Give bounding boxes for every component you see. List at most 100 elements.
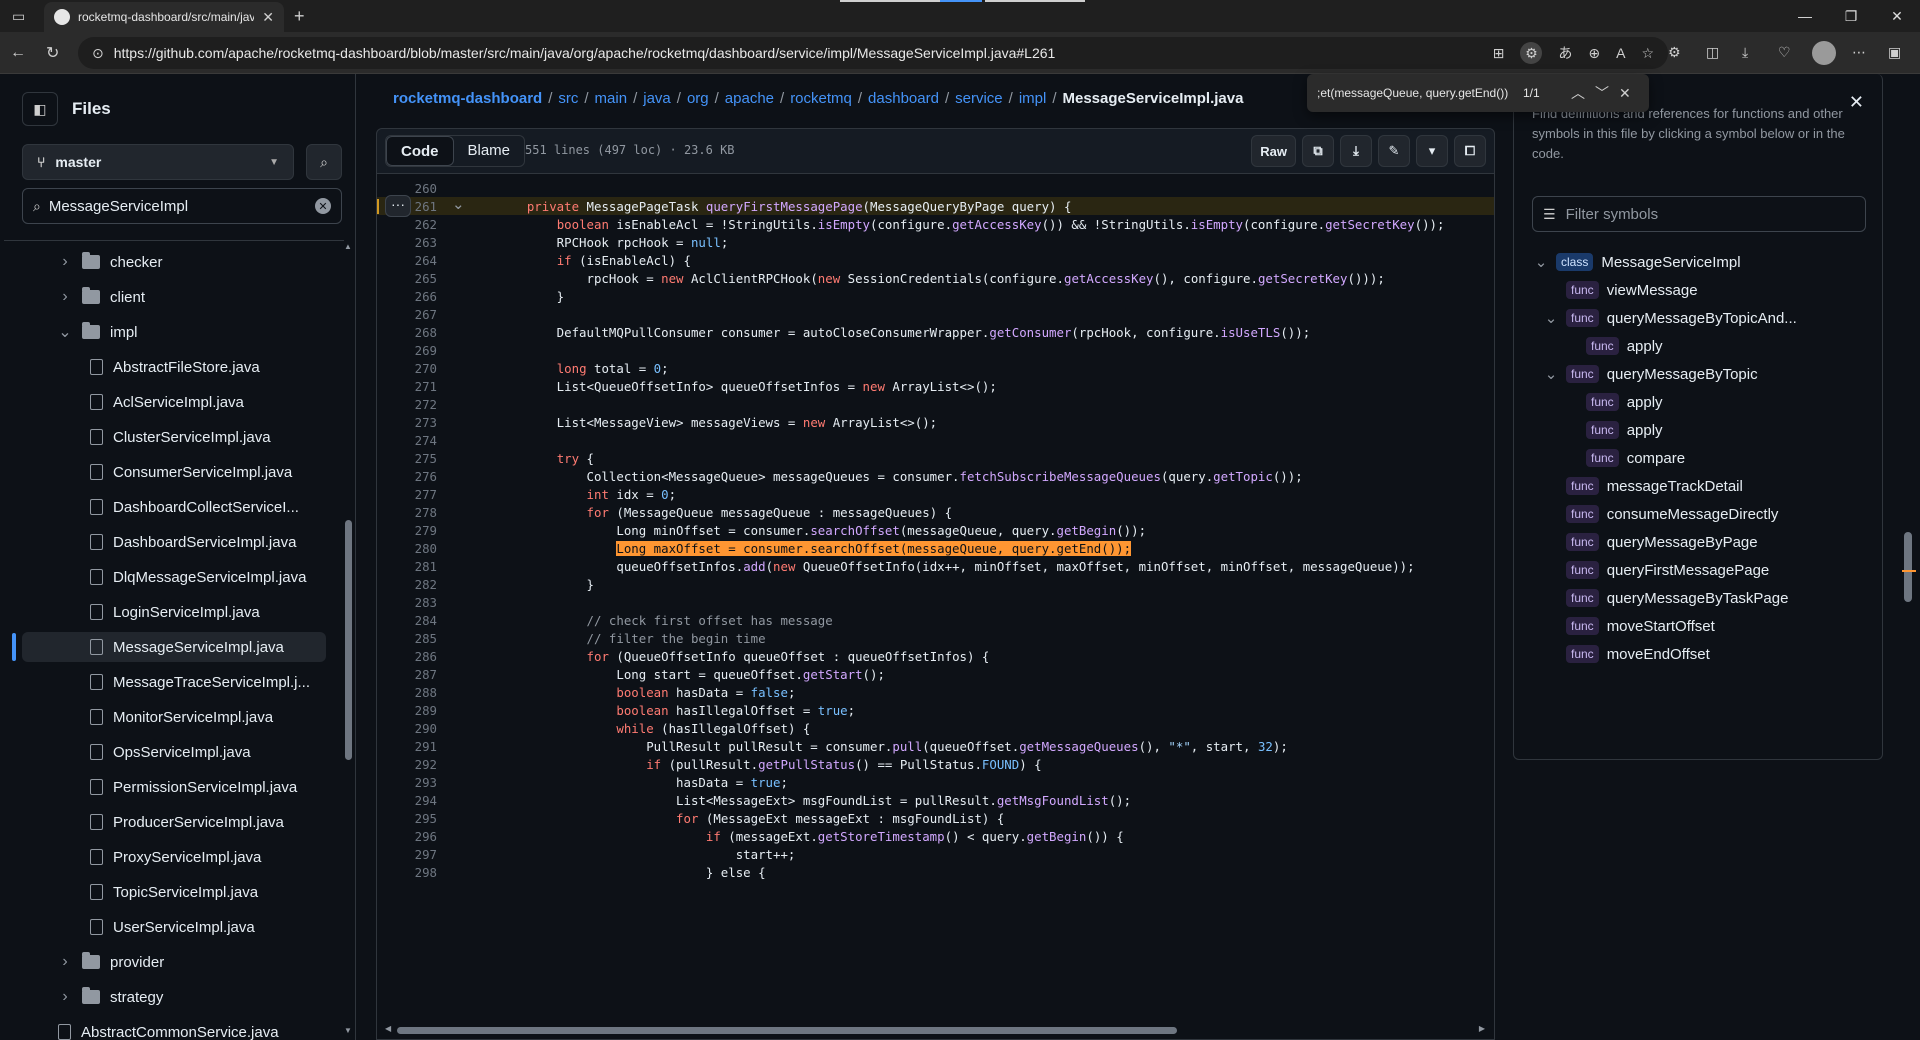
- line-number[interactable]: 280: [377, 541, 443, 556]
- sidebar-scrollbar[interactable]: ▲ ▼: [342, 240, 354, 1040]
- code-line[interactable]: 284 // check first offset has message: [377, 611, 1494, 629]
- tree-file[interactable]: ConsumerServiceImpl.java: [90, 457, 292, 487]
- line-number[interactable]: 298: [377, 865, 443, 880]
- clear-search-icon[interactable]: ✕: [315, 198, 331, 214]
- find-query[interactable]: et(messageQueue, query.getEnd());: [1317, 86, 1513, 100]
- horizontal-scrollbar[interactable]: ◀ ▶: [385, 1024, 1485, 1035]
- code-line[interactable]: 288 boolean hasData = false;: [377, 683, 1494, 701]
- fold-chevron-icon[interactable]: ⌄: [452, 195, 465, 213]
- line-number[interactable]: 276: [377, 469, 443, 484]
- line-number[interactable]: 294: [377, 793, 443, 808]
- tree-file[interactable]: LoginServiceImpl.java: [90, 597, 260, 627]
- tree-file[interactable]: ProducerServiceImpl.java: [90, 807, 284, 837]
- code-line[interactable]: 294 List<MessageExt> msgFoundList = pull…: [377, 791, 1494, 809]
- scroll-left-icon[interactable]: ◀: [385, 1024, 391, 1033]
- browser-tab[interactable]: rocketmq-dashboard/src/main/java ✕: [44, 2, 284, 32]
- line-number[interactable]: 291: [377, 739, 443, 754]
- line-number[interactable]: 289: [377, 703, 443, 718]
- symbol-item[interactable]: func apply: [1564, 416, 1663, 444]
- chevron-down-icon[interactable]: ⌄: [1544, 365, 1558, 383]
- line-number[interactable]: 266: [377, 289, 443, 304]
- tree-folder[interactable]: › client: [58, 282, 145, 312]
- breadcrumb-link[interactable]: apache: [725, 90, 774, 107]
- line-number[interactable]: 292: [377, 757, 443, 772]
- symbol-item[interactable]: func consumeMessageDirectly: [1544, 500, 1778, 528]
- sidebar-toggle-icon[interactable]: ▣: [1888, 44, 1901, 61]
- symbol-item[interactable]: func apply: [1564, 388, 1663, 416]
- code-line[interactable]: 269: [377, 341, 1494, 359]
- line-number[interactable]: 260: [377, 181, 443, 196]
- split-screen-icon[interactable]: ◫: [1706, 44, 1719, 61]
- page-scrollbar[interactable]: [1898, 74, 1920, 1040]
- symbol-item[interactable]: func apply: [1564, 332, 1663, 360]
- chevron-down-icon[interactable]: ⌄: [1534, 253, 1548, 271]
- tree-file[interactable]: DlqMessageServiceImpl.java: [90, 562, 306, 592]
- symbol-item[interactable]: func compare: [1564, 444, 1685, 472]
- code-line[interactable]: 265 rpcHook = new AclClientRPCHook(new S…: [377, 269, 1494, 287]
- line-number[interactable]: 275: [377, 451, 443, 466]
- code-line[interactable]: 273 List<MessageView> messageViews = new…: [377, 413, 1494, 431]
- line-number[interactable]: 273: [377, 415, 443, 430]
- line-number[interactable]: 295: [377, 811, 443, 826]
- tree-file[interactable]: PermissionServiceImpl.java: [90, 772, 297, 802]
- code-line[interactable]: 275 try {: [377, 449, 1494, 467]
- line-number[interactable]: 286: [377, 649, 443, 664]
- code-line[interactable]: 277 int idx = 0;: [377, 485, 1494, 503]
- chevron-down-icon[interactable]: ⌄: [58, 322, 72, 342]
- code-line[interactable]: 286 for (QueueOffsetInfo queueOffset : q…: [377, 647, 1494, 665]
- close-find-icon[interactable]: ✕: [1619, 85, 1631, 102]
- symbol-item[interactable]: ⌄ class MessageServiceImpl: [1534, 248, 1741, 276]
- code-line[interactable]: 266 }: [377, 287, 1494, 305]
- tab-blame[interactable]: Blame: [454, 136, 525, 166]
- line-number[interactable]: 270: [377, 361, 443, 376]
- symbol-item[interactable]: func queryMessageByPage: [1544, 528, 1758, 556]
- code-line[interactable]: 262 boolean isEnableAcl = !StringUtils.i…: [377, 215, 1494, 233]
- restore-icon[interactable]: ❐: [1828, 0, 1874, 32]
- more-menu-icon[interactable]: ⋯: [1852, 44, 1866, 61]
- line-number[interactable]: 293: [377, 775, 443, 790]
- symbol-item[interactable]: ⌄ func queryMessageByTopicAnd...: [1544, 304, 1797, 332]
- code-line[interactable]: 285 // filter the begin time: [377, 629, 1494, 647]
- chevron-right-icon[interactable]: ›: [58, 288, 72, 306]
- breadcrumb-link[interactable]: src: [558, 90, 578, 107]
- code-line[interactable]: 271 List<QueueOffsetInfo> queueOffsetInf…: [377, 377, 1494, 395]
- line-number[interactable]: 296: [377, 829, 443, 844]
- line-number[interactable]: 279: [377, 523, 443, 538]
- code-line[interactable]: 292 if (pullResult.getPullStatus() == Pu…: [377, 755, 1494, 773]
- tree-file[interactable]: TopicServiceImpl.java: [90, 877, 258, 907]
- tree-file[interactable]: ClusterServiceImpl.java: [90, 422, 271, 452]
- tree-file[interactable]: MessageTraceServiceImpl.j...: [90, 667, 310, 697]
- line-number[interactable]: 267: [377, 307, 443, 322]
- line-number[interactable]: 287: [377, 667, 443, 682]
- breadcrumb-link[interactable]: main: [595, 90, 628, 107]
- breadcrumb-repo-link[interactable]: rocketmq-dashboard: [393, 90, 542, 107]
- chevron-right-icon[interactable]: ›: [58, 988, 72, 1006]
- symbol-item[interactable]: func viewMessage: [1544, 276, 1698, 304]
- close-tab-icon[interactable]: ✕: [262, 9, 274, 26]
- chevron-right-icon[interactable]: ›: [58, 253, 72, 271]
- tree-file[interactable]: AbstractFileStore.java: [90, 352, 260, 382]
- line-number[interactable]: 272: [377, 397, 443, 412]
- code-line[interactable]: 278 for (MessageQueue messageQueue : mes…: [377, 503, 1494, 521]
- collapse-sidebar-button[interactable]: ◧: [22, 92, 58, 126]
- breadcrumb-link[interactable]: org: [687, 90, 709, 107]
- breadcrumb-link[interactable]: java: [643, 90, 671, 107]
- code-line[interactable]: 281 queueOffsetInfos.add(new QueueOffset…: [377, 557, 1494, 575]
- find-previous-icon[interactable]: ︿: [1571, 83, 1585, 103]
- tree-file[interactable]: MonitorServiceImpl.java: [90, 702, 273, 732]
- line-options-button[interactable]: ···: [385, 195, 411, 217]
- line-number[interactable]: 278: [377, 505, 443, 520]
- zoom-icon[interactable]: ⊕: [1588, 42, 1600, 64]
- app-available-icon[interactable]: ⊞: [1493, 42, 1505, 64]
- code-line[interactable]: 264 if (isEnableAcl) {: [377, 251, 1494, 269]
- breadcrumb-link[interactable]: service: [955, 90, 1003, 107]
- tree-file[interactable]: OpsServiceImpl.java: [90, 737, 251, 767]
- scroll-up-icon[interactable]: ▲: [344, 242, 352, 251]
- line-number[interactable]: 285: [377, 631, 443, 646]
- code-line[interactable]: 282 }: [377, 575, 1494, 593]
- breadcrumb-link[interactable]: impl: [1019, 90, 1047, 107]
- translate-icon[interactable]: ⚙: [1520, 42, 1543, 64]
- chevron-right-icon[interactable]: ›: [58, 953, 72, 971]
- page-scroll-thumb[interactable]: [1904, 532, 1912, 602]
- line-number[interactable]: 262: [377, 217, 443, 232]
